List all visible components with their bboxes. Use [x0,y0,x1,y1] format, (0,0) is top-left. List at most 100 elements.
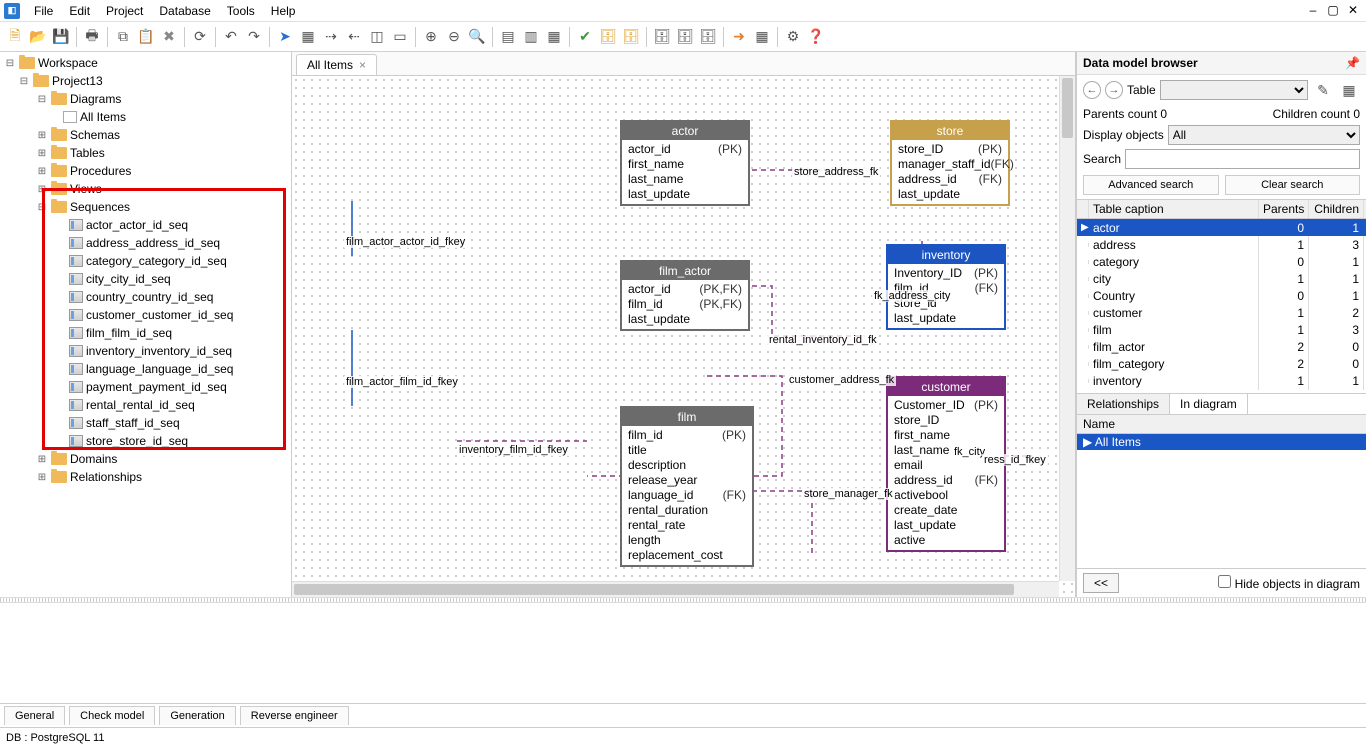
tree-procedures[interactable]: ⊞Procedures [0,162,291,180]
table-row[interactable]: city11 [1077,270,1366,287]
tab-generation[interactable]: Generation [159,706,235,725]
maximize-button[interactable]: ▢ [1324,3,1342,19]
sequence-item[interactable]: payment_payment_id_seq [0,378,291,396]
table-icon[interactable]: ▦ [297,26,319,48]
table-row[interactable]: film_category20 [1077,355,1366,372]
locate-icon[interactable]: ▦ [1338,79,1360,101]
note-icon[interactable]: ▭ [389,26,411,48]
zoom-out-icon[interactable]: ⊖ [443,26,465,48]
tab-close-icon[interactable]: × [359,58,366,72]
entity-film[interactable]: filmfilm_id(PK)titledescriptionrelease_y… [620,406,754,567]
new-icon[interactable]: 🗎 [4,26,26,48]
sequence-item[interactable]: country_country_id_seq [0,288,291,306]
paste-icon[interactable]: 📋 [135,26,157,48]
horizontal-scrollbar[interactable] [292,581,1059,597]
db5-icon[interactable]: 🗄 [697,26,719,48]
table-row[interactable]: inventory11 [1077,372,1366,389]
nav-fwd-icon[interactable]: → [1105,81,1123,99]
display-objects-select[interactable]: All [1168,125,1360,145]
tree-tables[interactable]: ⊞Tables [0,144,291,162]
entity-inventory[interactable]: inventoryInventory_ID(PK)film_id(FK)stor… [886,244,1006,330]
settings-icon[interactable]: ⚙ [782,26,804,48]
open-icon[interactable]: 📂 [27,26,49,48]
check-icon[interactable]: ✔ [574,26,596,48]
advanced-search-button[interactable]: Advanced search [1083,175,1219,195]
menu-database[interactable]: Database [151,2,218,20]
tab-check-model[interactable]: Check model [69,706,155,725]
delete-icon[interactable]: ✖ [158,26,180,48]
sequence-item[interactable]: category_category_id_seq [0,252,291,270]
table-row[interactable]: customer12 [1077,304,1366,321]
tree-views[interactable]: ⊞Views [0,180,291,198]
menu-edit[interactable]: Edit [61,2,98,20]
entity-store[interactable]: storestore_ID(PK)manager_staff_id(FK)add… [890,120,1010,206]
vertical-scrollbar[interactable] [1059,76,1075,581]
sequence-item[interactable]: rental_rental_id_seq [0,396,291,414]
table-row[interactable]: category01 [1077,253,1366,270]
tab-general[interactable]: General [4,706,65,725]
save-icon[interactable]: 💾 [50,26,72,48]
sequence-item[interactable]: inventory_inventory_id_seq [0,342,291,360]
table-row[interactable]: ▶actor01 [1077,219,1366,236]
table-row[interactable]: address13 [1077,236,1366,253]
tab-in-diagram[interactable]: In diagram [1170,394,1248,414]
tree-domains[interactable]: ⊞Domains [0,450,291,468]
relation-icon[interactable]: ⇢ [320,26,342,48]
menu-project[interactable]: Project [98,2,151,20]
object-select[interactable] [1160,80,1308,100]
menu-help[interactable]: Help [263,2,304,20]
table-row[interactable]: film_actor20 [1077,338,1366,355]
tab-reverse[interactable]: Reverse engineer [240,706,349,725]
db3-icon[interactable]: 🗄 [651,26,673,48]
search-input[interactable] [1125,149,1360,169]
sequence-item[interactable]: staff_staff_id_seq [0,414,291,432]
sequence-item[interactable]: actor_actor_id_seq [0,216,291,234]
view-icon[interactable]: ◫ [366,26,388,48]
back-button[interactable]: << [1083,573,1119,593]
pointer-icon[interactable]: ➤ [274,26,296,48]
grid-header-caption[interactable]: Table caption [1089,200,1259,218]
menu-file[interactable]: File [26,2,61,20]
sequence-item[interactable]: store_store_id_seq [0,432,291,450]
export2-icon[interactable]: ▦ [751,26,773,48]
sequence-item[interactable]: film_film_id_seq [0,324,291,342]
copy-icon[interactable]: ⧉ [112,26,134,48]
zoom-fit-icon[interactable]: 🔍 [466,26,488,48]
grid-header-children[interactable]: Children [1309,200,1364,218]
tab-all-items[interactable]: All Items× [296,54,377,75]
sequence-item[interactable]: language_language_id_seq [0,360,291,378]
pin-icon[interactable]: 📌 [1345,56,1360,70]
edit-icon[interactable]: ✎ [1312,79,1334,101]
tree-all-items[interactable]: All Items [0,108,291,126]
sequence-item[interactable]: customer_customer_id_seq [0,306,291,324]
tab-relationships[interactable]: Relationships [1077,394,1170,414]
grid-header-parents[interactable]: Parents [1259,200,1309,218]
diagram-canvas[interactable]: actoractor_id(PK)first_namelast_namelast… [292,76,1075,597]
nav-back-icon[interactable]: ← [1083,81,1101,99]
tree-workspace[interactable]: ⊟Workspace [0,54,291,72]
export-icon[interactable]: ➜ [728,26,750,48]
help-icon[interactable]: ❓ [805,26,827,48]
menu-tools[interactable]: Tools [219,2,263,20]
db-icon[interactable]: 🗄 [597,26,619,48]
db4-icon[interactable]: 🗄 [674,26,696,48]
tree-diagrams[interactable]: ⊟Diagrams [0,90,291,108]
redo-icon[interactable]: ↷ [243,26,265,48]
list-item[interactable]: ▶ All Items [1077,434,1366,450]
hide-objects-checkbox[interactable]: Hide objects in diagram [1218,575,1360,591]
close-button[interactable]: ✕ [1344,3,1362,19]
table-row[interactable]: Country01 [1077,287,1366,304]
tree-relationships[interactable]: ⊞Relationships [0,468,291,486]
print-icon[interactable]: 🖶 [81,26,103,48]
grid2-icon[interactable]: ▥ [520,26,542,48]
clear-search-button[interactable]: Clear search [1225,175,1361,195]
undo-icon[interactable]: ↶ [220,26,242,48]
sequence-item[interactable]: address_address_id_seq [0,234,291,252]
grid3-icon[interactable]: ▦ [543,26,565,48]
db2-icon[interactable]: 🗄 [620,26,642,48]
sequence-item[interactable]: city_city_id_seq [0,270,291,288]
zoom-in-icon[interactable]: ⊕ [420,26,442,48]
entity-film_actor[interactable]: film_actoractor_id(PK,FK)film_id(PK,FK)l… [620,260,750,331]
refresh-icon[interactable]: ⟳ [189,26,211,48]
grid-icon[interactable]: ▤ [497,26,519,48]
